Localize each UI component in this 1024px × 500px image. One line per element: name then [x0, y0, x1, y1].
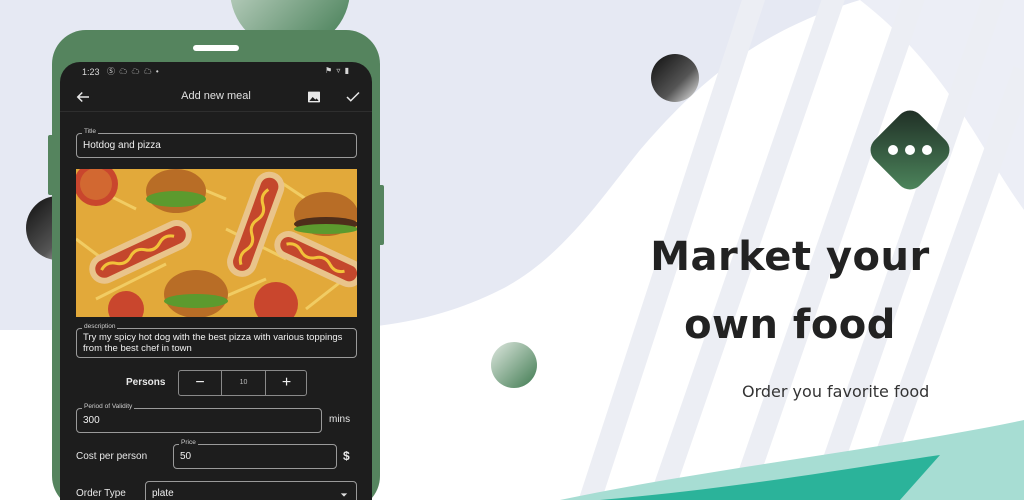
- validity-field-value: 300: [83, 415, 100, 426]
- dropdown-arrow-icon: [340, 493, 348, 497]
- status-time: 1:23: [82, 67, 100, 77]
- phone-side-button: [378, 185, 384, 245]
- check-icon[interactable]: [344, 88, 362, 106]
- validity-field-label: Period of Validity: [82, 403, 135, 410]
- phone-screen: 1:23 Ⓢ ☁ ☁ ☁ • ⚑ ▿ ▮ Add new meal Title …: [60, 62, 372, 500]
- increment-button[interactable]: +: [265, 371, 307, 395]
- status-bar: 1:23 Ⓢ ☁ ☁ ☁ • ⚑ ▿ ▮: [60, 62, 372, 82]
- validity-field[interactable]: Period of Validity 300: [76, 403, 322, 433]
- validity-unit: mins: [329, 414, 351, 425]
- title-field-label: Title: [82, 128, 99, 135]
- price-field-value: 50: [180, 451, 192, 462]
- currency-symbol: $: [343, 449, 350, 463]
- meal-photo[interactable]: [76, 169, 357, 317]
- price-field-label: Price: [179, 439, 198, 446]
- description-field-value: Try my spicy hot dog with the best pizza…: [83, 332, 343, 354]
- phone-speaker: [193, 45, 239, 51]
- order-type-value: plate: [152, 488, 174, 499]
- headline-line-1: Market your: [650, 234, 930, 280]
- app-bar: Add new meal: [60, 82, 372, 112]
- hotdog-pizza-image: [76, 169, 357, 317]
- title-field[interactable]: Title Hotdog and pizza: [76, 128, 357, 158]
- persons-label: Persons: [126, 377, 166, 388]
- description-field[interactable]: description Try my spicy hot dog with th…: [76, 323, 357, 358]
- headline-line-2: own food: [684, 302, 896, 348]
- price-field[interactable]: Price 50: [173, 439, 337, 469]
- description-field-label: description: [82, 323, 118, 330]
- decrement-button[interactable]: −: [179, 371, 222, 395]
- cost-label: Cost per person: [76, 451, 148, 462]
- page-title: Add new meal: [181, 90, 251, 102]
- phone-side-button: [48, 135, 54, 195]
- notification-icons: Ⓢ ☁ ☁ ☁ •: [107, 67, 160, 76]
- persons-stepper[interactable]: − 10 +: [178, 370, 307, 396]
- chat-bubble-icon: [870, 110, 950, 190]
- image-icon[interactable]: [306, 89, 322, 105]
- dark-circle: [651, 54, 699, 102]
- green-circle: [491, 342, 537, 388]
- system-icons: ⚑ ▿ ▮: [324, 66, 350, 75]
- title-field-value: Hotdog and pizza: [83, 140, 161, 151]
- tagline: Order you favorite food: [742, 382, 930, 401]
- order-type-select[interactable]: plate: [145, 481, 357, 500]
- order-type-label: Order Type: [76, 488, 126, 499]
- persons-value[interactable]: 10: [222, 371, 265, 395]
